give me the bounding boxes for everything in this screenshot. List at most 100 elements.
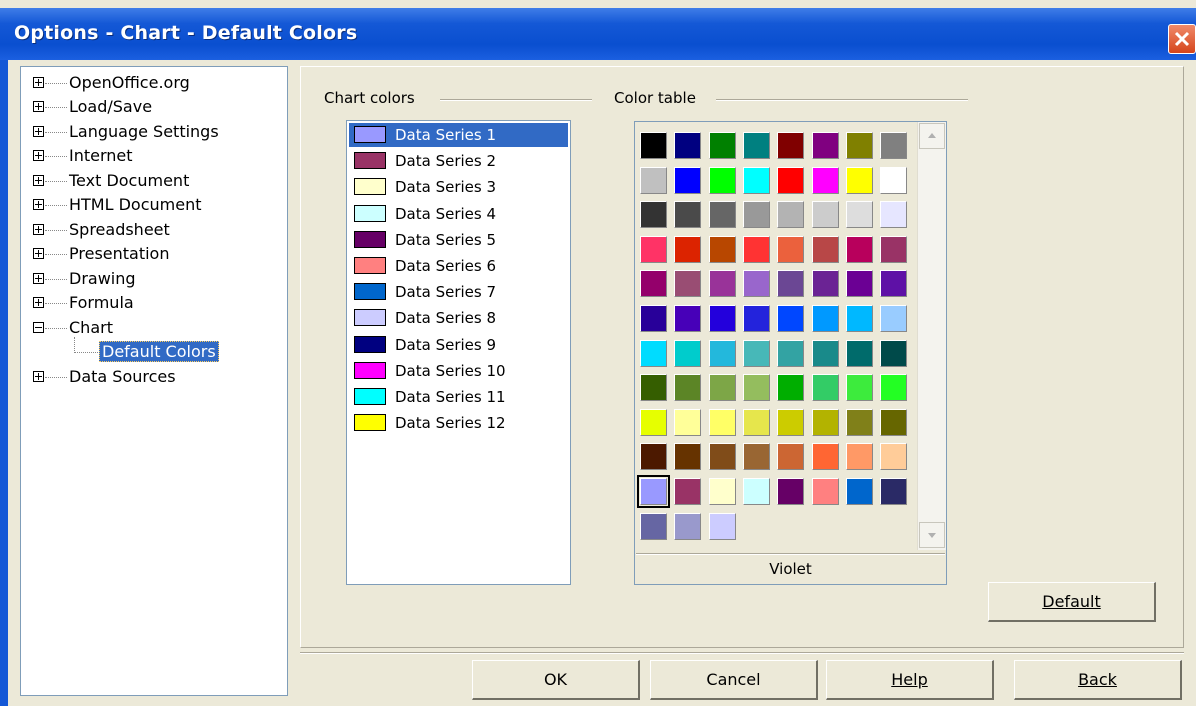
color-swatch[interactable] bbox=[742, 270, 770, 298]
color-swatch[interactable] bbox=[640, 443, 667, 471]
series-item[interactable]: Data Series 2 bbox=[349, 149, 568, 173]
color-swatch[interactable] bbox=[742, 374, 770, 402]
color-swatch[interactable] bbox=[777, 408, 805, 436]
color-swatch[interactable] bbox=[674, 408, 702, 436]
color-swatch[interactable] bbox=[777, 132, 805, 159]
color-swatch[interactable] bbox=[708, 443, 736, 471]
chart-colors-list[interactable]: Data Series 1 Data Series 2 Data Series 3 D… bbox=[346, 120, 571, 585]
color-swatch[interactable] bbox=[845, 339, 873, 367]
color-swatch[interactable] bbox=[845, 443, 873, 471]
color-swatch[interactable] bbox=[811, 132, 839, 159]
color-swatch[interactable] bbox=[640, 408, 667, 436]
expand-icon[interactable] bbox=[33, 248, 44, 259]
close-button[interactable] bbox=[1168, 24, 1196, 54]
color-swatch[interactable] bbox=[845, 305, 873, 332]
color-swatch[interactable] bbox=[880, 235, 908, 263]
series-item[interactable]: Data Series 7 bbox=[349, 280, 568, 304]
color-swatch[interactable] bbox=[880, 339, 908, 367]
color-swatch[interactable] bbox=[640, 201, 667, 229]
color-swatch[interactable] bbox=[742, 339, 770, 367]
color-swatch[interactable] bbox=[742, 443, 770, 471]
series-item[interactable]: Data Series 12 bbox=[349, 411, 568, 435]
color-swatch[interactable] bbox=[708, 408, 736, 436]
color-swatch[interactable] bbox=[777, 478, 805, 505]
color-swatch[interactable] bbox=[777, 166, 805, 194]
options-tree[interactable]: OpenOffice.org Load/Save Language Settings… bbox=[20, 66, 288, 696]
color-swatch[interactable] bbox=[811, 270, 839, 298]
color-swatch[interactable] bbox=[777, 235, 805, 263]
color-swatch[interactable] bbox=[742, 408, 770, 436]
color-swatch[interactable] bbox=[708, 512, 736, 540]
series-item[interactable]: Data Series 8 bbox=[349, 306, 568, 330]
color-swatch[interactable] bbox=[811, 408, 839, 436]
color-swatch[interactable] bbox=[708, 478, 736, 505]
color-swatch[interactable] bbox=[845, 408, 873, 436]
series-item[interactable]: Data Series 6 bbox=[349, 254, 568, 278]
color-swatch[interactable] bbox=[674, 235, 702, 263]
color-swatch[interactable] bbox=[640, 305, 667, 332]
color-swatch[interactable] bbox=[708, 201, 736, 229]
color-swatch[interactable] bbox=[674, 443, 702, 471]
color-swatch[interactable] bbox=[880, 478, 908, 505]
color-swatch[interactable] bbox=[640, 339, 667, 367]
color-swatch[interactable] bbox=[777, 374, 805, 402]
expand-icon[interactable] bbox=[33, 371, 44, 382]
color-swatch[interactable] bbox=[674, 478, 702, 505]
expand-icon[interactable] bbox=[33, 101, 44, 112]
expand-icon[interactable] bbox=[33, 273, 44, 284]
color-swatch[interactable] bbox=[742, 166, 770, 194]
color-swatch[interactable] bbox=[880, 270, 908, 298]
color-swatch[interactable] bbox=[845, 132, 873, 159]
default-button[interactable]: Default bbox=[988, 582, 1156, 622]
color-swatch[interactable] bbox=[845, 235, 873, 263]
color-swatch[interactable] bbox=[880, 201, 908, 229]
cancel-button[interactable]: Cancel bbox=[650, 660, 818, 700]
color-table-scrollbar[interactable] bbox=[917, 122, 946, 550]
color-swatch[interactable] bbox=[674, 374, 702, 402]
color-swatch[interactable] bbox=[845, 166, 873, 194]
color-swatch[interactable] bbox=[640, 270, 667, 298]
color-swatch[interactable] bbox=[845, 374, 873, 402]
color-swatch[interactable] bbox=[742, 235, 770, 263]
color-swatch[interactable] bbox=[880, 166, 908, 194]
scroll-up-button[interactable] bbox=[919, 123, 945, 149]
color-swatch[interactable] bbox=[777, 305, 805, 332]
color-swatch[interactable] bbox=[811, 374, 839, 402]
color-swatch[interactable] bbox=[742, 132, 770, 159]
color-swatch[interactable] bbox=[708, 339, 736, 367]
color-swatch[interactable] bbox=[880, 132, 908, 159]
expand-icon[interactable] bbox=[33, 297, 44, 308]
color-table[interactable] bbox=[634, 121, 947, 585]
series-item[interactable]: Data Series 11 bbox=[349, 385, 568, 409]
color-swatch[interactable] bbox=[674, 132, 702, 159]
color-swatch[interactable] bbox=[708, 166, 736, 194]
color-swatch[interactable] bbox=[811, 166, 839, 194]
color-swatch[interactable] bbox=[777, 270, 805, 298]
color-swatch[interactable] bbox=[811, 305, 839, 332]
color-swatch[interactable] bbox=[708, 235, 736, 263]
color-swatch[interactable] bbox=[777, 201, 805, 229]
color-swatch[interactable] bbox=[674, 201, 702, 229]
color-swatch[interactable] bbox=[811, 443, 839, 471]
color-swatch[interactable] bbox=[880, 374, 908, 402]
expand-icon[interactable] bbox=[33, 175, 44, 186]
expand-icon[interactable] bbox=[33, 199, 44, 210]
expand-icon[interactable] bbox=[33, 126, 44, 137]
tree-item-default-colors[interactable]: Default Colors bbox=[99, 341, 219, 364]
color-swatch[interactable] bbox=[637, 475, 670, 508]
series-item[interactable]: Data Series 10 bbox=[349, 359, 568, 383]
color-swatch[interactable] bbox=[811, 235, 839, 263]
color-swatch[interactable] bbox=[674, 339, 702, 367]
color-swatch[interactable] bbox=[742, 305, 770, 332]
color-swatch[interactable] bbox=[811, 339, 839, 367]
color-swatch[interactable] bbox=[845, 201, 873, 229]
series-item[interactable]: Data Series 4 bbox=[349, 202, 568, 226]
color-swatch[interactable] bbox=[880, 408, 908, 436]
color-swatch[interactable] bbox=[674, 166, 702, 194]
color-swatch[interactable] bbox=[811, 478, 839, 505]
expand-icon[interactable] bbox=[33, 224, 44, 235]
scroll-down-button[interactable] bbox=[919, 522, 945, 548]
color-swatch[interactable] bbox=[845, 478, 873, 505]
color-swatch[interactable] bbox=[640, 132, 667, 159]
series-item[interactable]: Data Series 5 bbox=[349, 228, 568, 252]
